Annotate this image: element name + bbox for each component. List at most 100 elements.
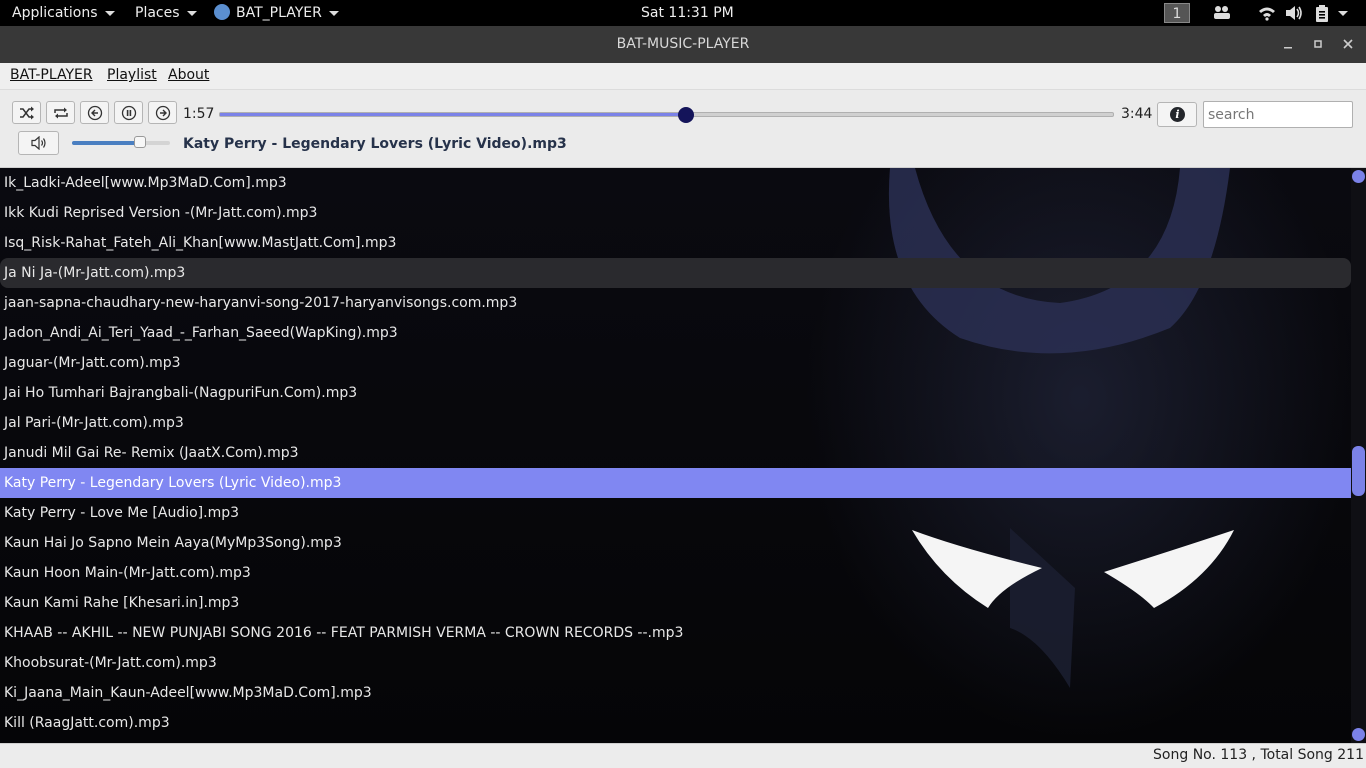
previous-button[interactable] <box>80 101 109 124</box>
repeat-icon <box>54 107 68 119</box>
progress-slider[interactable] <box>219 107 1114 123</box>
volume-handle[interactable] <box>133 136 146 148</box>
menu-label: Playlist <box>107 67 157 83</box>
playlist-item-title: Jal Pari-(Mr-Jatt.com).mp3 <box>4 415 184 431</box>
info-icon: i <box>1170 107 1185 122</box>
playlist-item[interactable]: Kaun Kami Rahe [Khesari.in].mp3 <box>0 588 1351 618</box>
playlist-item-title: Ik_Ladki-Adeel[www.Mp3MaD.Com].mp3 <box>4 175 287 191</box>
playlist-item-title: Ja Ni Ja-(Mr-Jatt.com).mp3 <box>4 265 186 281</box>
previous-icon <box>87 105 103 121</box>
app-menu[interactable]: BAT_PLAYER <box>214 0 339 26</box>
menu-label: About <box>168 67 210 83</box>
workspace-indicator[interactable]: 1 <box>1164 3 1190 23</box>
chevron-down-icon <box>186 10 197 16</box>
playlist-item-title: Ki_Jaana_Main_Kaun-Adeel[www.Mp3MaD.Com]… <box>4 685 372 701</box>
repeat-button[interactable] <box>46 101 75 124</box>
places-menu[interactable]: Places <box>135 0 197 26</box>
window-titlebar: BAT-MUSIC-PLAYER <box>0 26 1366 63</box>
next-icon <box>155 105 171 121</box>
playlist-item-selected[interactable]: Katy Perry - Legendary Lovers (Lyric Vid… <box>0 468 1351 498</box>
song-count-status: Song No. 113 , Total Song 211 <box>1153 747 1364 763</box>
now-playing-title: Katy Perry - Legendary Lovers (Lyric Vid… <box>183 136 567 152</box>
playlist-item[interactable]: Janudi Mil Gai Re- Remix (JaatX.Com).mp3 <box>0 438 1351 468</box>
menu-playlist[interactable]: Playlist <box>107 67 157 83</box>
playlist-item[interactable]: Ik_Ladki-Adeel[www.Mp3MaD.Com].mp3 <box>0 168 1351 198</box>
playlist-item[interactable]: Ja Ni Ja-(Mr-Jatt.com).mp3 <box>0 258 1351 288</box>
playlist-item[interactable]: Jai Ho Tumhari Bajrangbali-(NagpuriFun.C… <box>0 378 1351 408</box>
playlist-item-title: Janudi Mil Gai Re- Remix (JaatX.Com).mp3 <box>4 445 299 461</box>
playlist-item-title: Kaun Hoon Main-(Mr-Jatt.com).mp3 <box>4 565 251 581</box>
scroll-up-button[interactable] <box>1352 170 1365 183</box>
volume-icon[interactable] <box>1285 5 1303 21</box>
window-title: BAT-MUSIC-PLAYER <box>616 36 750 52</box>
playlist-item-title: Isq_Risk-Rahat_Fateh_Ali_Khan[www.MastJa… <box>4 235 397 251</box>
playlist-item[interactable]: Khoobsurat-(Mr-Jatt.com).mp3 <box>0 648 1351 678</box>
playlist-item-title: Jadon_Andi_Ai_Teri_Yaad_-_Farhan_Saeed(W… <box>4 325 398 341</box>
playlist-item-title: Kaun Kami Rahe [Khesari.in].mp3 <box>4 595 240 611</box>
menu-about[interactable]: About <box>168 67 209 83</box>
playlist-item-title: Katy Perry - Love Me [Audio].mp3 <box>4 505 240 521</box>
shuffle-button[interactable] <box>12 101 41 124</box>
playlist-item[interactable]: Ki_Jaana_Main_Kaun-Adeel[www.Mp3MaD.Com]… <box>0 678 1351 708</box>
places-label: Places <box>135 5 180 21</box>
progress-fill <box>220 113 687 116</box>
wifi-icon[interactable] <box>1258 5 1276 21</box>
shuffle-icon <box>20 106 34 120</box>
playlist-item-title: Jai Ho Tumhari Bajrangbali-(NagpuriFun.C… <box>4 385 358 401</box>
playlist-item[interactable]: Kill (RaagJatt.com).mp3 <box>0 708 1351 738</box>
maximize-button[interactable] <box>1309 35 1327 53</box>
playlist-item-title: jaan-sapna-chaudhary-new-haryanvi-song-2… <box>4 295 518 311</box>
battery-icon[interactable] <box>1315 5 1329 22</box>
playlist-item[interactable]: jaan-sapna-chaudhary-new-haryanvi-song-2… <box>0 288 1351 318</box>
playlist-item[interactable]: Isq_Risk-Rahat_Fateh_Ali_Khan[www.MastJa… <box>0 228 1351 258</box>
pause-icon <box>121 105 137 121</box>
playlist[interactable]: Ik_Ladki-Adeel[www.Mp3MaD.Com].mp3 Ikk Ku… <box>0 168 1351 743</box>
playlist-item-title: KHAAB -- AKHIL -- NEW PUNJABI SONG 2016 … <box>4 625 684 641</box>
scrollbar-thumb[interactable] <box>1352 446 1365 496</box>
minimize-icon <box>1284 47 1292 49</box>
playlist-rows: Ik_Ladki-Adeel[www.Mp3MaD.Com].mp3 Ikk Ku… <box>0 168 1351 738</box>
total-time: 3:44 <box>1121 106 1153 122</box>
status-bar: Song No. 113 , Total Song 211 <box>0 743 1366 768</box>
playlist-item-title: Khoobsurat-(Mr-Jatt.com).mp3 <box>4 655 217 671</box>
menu-label: BAT-PLAYER <box>10 67 93 83</box>
playlist-item-title: Katy Perry - Legendary Lovers (Lyric Vid… <box>4 475 342 491</box>
info-button[interactable]: i <box>1157 102 1197 127</box>
minimize-button[interactable] <box>1279 35 1297 53</box>
playlist-item-title: Ikk Kudi Reprised Version -(Mr-Jatt.com)… <box>4 205 318 221</box>
applications-label: Applications <box>12 5 98 21</box>
clock[interactable]: Sat 11:31 PM <box>641 0 734 26</box>
playlist-item[interactable]: KHAAB -- AKHIL -- NEW PUNJABI SONG 2016 … <box>0 618 1351 648</box>
playlist-item[interactable]: Ikk Kudi Reprised Version -(Mr-Jatt.com)… <box>0 198 1351 228</box>
menubar: BAT-PLAYER Playlist About <box>0 63 1366 90</box>
playlist-item-title: Jaguar-(Mr-Jatt.com).mp3 <box>4 355 181 371</box>
playlist-item[interactable]: Kaun Hoon Main-(Mr-Jatt.com).mp3 <box>0 558 1351 588</box>
top-panel: Applications Places BAT_PLAYER Sat 11:31… <box>0 0 1366 26</box>
system-menu-chevron-icon[interactable] <box>1338 11 1348 16</box>
speaker-icon <box>31 136 46 150</box>
menu-bat-player[interactable]: BAT-PLAYER <box>10 67 93 83</box>
playlist-item-title: Kaun Hai Jo Sapno Mein Aaya(MyMp3Song).m… <box>4 535 342 551</box>
elapsed-time: 1:57 <box>183 106 215 122</box>
volume-slider[interactable] <box>72 136 170 148</box>
clock-label: Sat 11:31 PM <box>641 5 734 21</box>
playlist-item[interactable]: Jaguar-(Mr-Jatt.com).mp3 <box>0 348 1351 378</box>
next-button[interactable] <box>148 101 177 124</box>
volume-fill <box>72 141 140 145</box>
playlist-item[interactable]: Katy Perry - Love Me [Audio].mp3 <box>0 498 1351 528</box>
app-menu-label: BAT_PLAYER <box>236 5 322 21</box>
playlist-item[interactable]: Kaun Hai Jo Sapno Mein Aaya(MyMp3Song).m… <box>0 528 1351 558</box>
mute-button[interactable] <box>18 131 59 155</box>
playlist-item[interactable]: Jadon_Andi_Ai_Teri_Yaad_-_Farhan_Saeed(W… <box>0 318 1351 348</box>
maximize-icon <box>1314 40 1322 48</box>
people-icon[interactable] <box>1213 5 1231 21</box>
playlist-item[interactable]: Jal Pari-(Mr-Jatt.com).mp3 <box>0 408 1351 438</box>
chevron-down-icon <box>328 10 339 16</box>
app-icon <box>214 4 230 20</box>
scroll-down-button[interactable] <box>1352 728 1365 741</box>
search-input[interactable] <box>1203 101 1353 128</box>
chevron-down-icon <box>104 10 115 16</box>
close-button[interactable] <box>1339 35 1357 53</box>
applications-menu[interactable]: Applications <box>12 0 115 26</box>
pause-button[interactable] <box>114 101 143 124</box>
